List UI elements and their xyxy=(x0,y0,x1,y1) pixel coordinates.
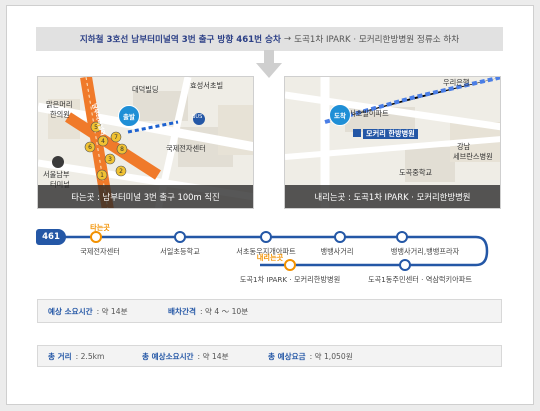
route-number-badge: 461 xyxy=(36,229,66,245)
route-stop[interactable] xyxy=(334,231,346,243)
stop-label: 뱅뱅사거리,뱅뱅프라자 xyxy=(390,247,460,256)
distance-value: : 2.5km xyxy=(75,351,105,361)
stop-label: 서일초등학교 xyxy=(160,247,200,256)
distance-key: 총 거리 xyxy=(48,351,72,361)
route-stop[interactable] xyxy=(260,231,272,243)
route-stop[interactable] xyxy=(396,231,408,243)
interval-row: 배차간격: 약 4 ～ 10분 xyxy=(168,306,248,317)
fare-key: 총 예상요금 xyxy=(268,351,306,361)
stop-label: 도곡1차 IPARK · 모커리한방병원 xyxy=(239,275,341,284)
alighting-tag: 내리는곳 xyxy=(256,253,284,262)
route-stop[interactable] xyxy=(174,231,186,243)
estimated-time-value: : 약 14분 xyxy=(96,306,128,316)
total-time-key: 총 예상소요시간 xyxy=(142,351,194,361)
stop-label: 도곡1동주민센터 · 역삼럭키아파트 xyxy=(367,275,473,284)
trip-time-box: 예상 소요시간: 약 14분 배차간격: 약 4 ～ 10분 xyxy=(37,299,502,323)
interval-key: 배차간격 xyxy=(168,306,196,316)
total-time-value: : 약 14분 xyxy=(197,351,229,361)
estimated-time-row: 예상 소요시간: 약 14분 xyxy=(48,306,128,317)
distance-row: 총 거리: 2.5km xyxy=(48,351,104,362)
route-stop-alighting[interactable] xyxy=(284,259,296,271)
stop-label: 뱅뱅사거리 xyxy=(320,247,354,256)
route-stop[interactable] xyxy=(399,259,411,271)
estimated-time-key: 예상 소요시간 xyxy=(48,306,93,316)
trip-summary-box: 총 거리: 2.5km 총 예상소요시간: 약 14분 총 예상요금: 약 1,… xyxy=(37,345,502,367)
interval-value: : 약 4 ～ 10분 xyxy=(199,306,249,316)
fare-value: : 약 1,050원 xyxy=(309,351,353,361)
stop-label: 국제전자센터 xyxy=(80,247,120,256)
total-time-row: 총 예상소요시간: 약 14분 xyxy=(142,351,229,362)
fare-row: 총 예상요금: 약 1,050원 xyxy=(268,351,353,362)
boarding-tag: 타는곳 xyxy=(90,223,110,232)
route-stop-boarding[interactable] xyxy=(90,231,102,243)
